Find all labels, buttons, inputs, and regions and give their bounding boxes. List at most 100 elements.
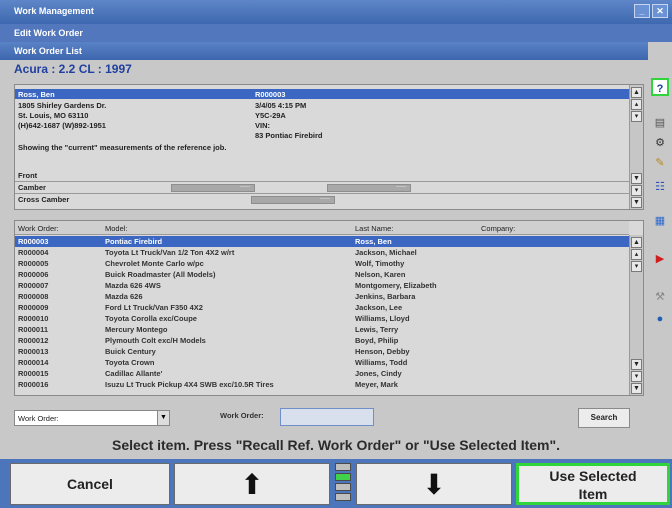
ref-work-order-no: R000003 — [255, 90, 286, 99]
help-icon[interactable]: ? — [651, 78, 669, 96]
scroll-down-button[interactable]: ▼ — [631, 173, 642, 184]
scroll-page-up-button[interactable]: ▴ — [631, 249, 642, 260]
panel-titlebar: Work Order List — [0, 42, 648, 60]
cell-work-order: R000006 — [18, 270, 49, 279]
cell-last-name: Ross, Ben — [355, 237, 392, 246]
cell-last-name: Nelson, Karen — [355, 270, 406, 279]
table-row[interactable]: R000010 Toyota Corolla exc/Coupe Williams,… — [15, 313, 629, 324]
cell-model: Buick Century — [105, 347, 156, 356]
scroll-end-button[interactable]: ▼ — [631, 383, 642, 394]
table-row[interactable]: R000003 Pontiac Firebird Ross, Ben — [15, 236, 629, 247]
scroll-up-button[interactable]: ▲ — [631, 237, 642, 248]
ref-section: Front — [18, 171, 38, 180]
table-row[interactable]: R000016 Isuzu Lt Truck Pickup 4X4 SWB exc… — [15, 379, 629, 390]
ref-address-line1: 1805 Shirley Gardens Dr. — [18, 101, 107, 110]
window-controls: _ ✕ — [634, 4, 668, 18]
page-indicator-segment — [335, 483, 351, 491]
column-model[interactable]: Model: — [105, 224, 128, 233]
cancel-button-label: Cancel — [67, 476, 113, 492]
search-row: Work Order: ▼ Work Order: Search — [14, 404, 644, 434]
table-row[interactable]: R000013 Buick Century Henson, Debby — [15, 346, 629, 357]
table-row[interactable]: R000008 Mazda 626 Jenkins, Barbara — [15, 291, 629, 302]
scroll-page-down-button[interactable]: ▾ — [631, 111, 642, 122]
scroll-page-up-button[interactable]: ▴ — [631, 99, 642, 110]
cell-work-order: R000010 — [18, 314, 49, 323]
divider — [15, 181, 629, 182]
table-row[interactable]: R000014 Toyota Crown Williams, Todd — [15, 357, 629, 368]
table-row[interactable]: R000005 Chevrolet Monte Carlo w/pc Wolf, T… — [15, 258, 629, 269]
page-up-button[interactable]: ⬆ — [174, 463, 330, 505]
menu-edit-work-order[interactable]: Edit Work Order — [14, 28, 83, 38]
cell-last-name: Henson, Debby — [355, 347, 410, 356]
flag-icon[interactable]: ▶ — [651, 250, 669, 268]
work-order-input[interactable] — [280, 408, 374, 426]
globe-icon[interactable]: ● — [651, 310, 669, 328]
reference-header-highlight — [15, 89, 629, 99]
scroll-down-fast-button[interactable]: ▾ — [631, 371, 642, 382]
cell-last-name: Meyer, Mark — [355, 380, 398, 389]
settings-icon[interactable]: ⚙ — [651, 134, 669, 152]
scroll-down-button[interactable]: ▼ — [631, 359, 642, 370]
cancel-button[interactable]: Cancel — [10, 463, 170, 505]
work-order-list: Work Order: Model: Last Name: Company: R… — [14, 220, 644, 396]
cell-model: Plymouth Colt exc/H Models — [105, 336, 206, 345]
table-row[interactable]: R000015 Cadillac Allante' Jones, Cindy — [15, 368, 629, 379]
cell-model: Buick Roadmaster (All Models) — [105, 270, 216, 279]
arrow-up-icon: ⬆ — [240, 469, 264, 500]
cell-model: Ford Lt Truck/Van F350 4X2 — [105, 303, 203, 312]
minimize-button[interactable]: _ — [634, 4, 650, 18]
cell-model: Toyota Corolla exc/Coupe — [105, 314, 197, 323]
cell-model: Mazda 626 — [105, 292, 143, 301]
cell-work-order: R000004 — [18, 248, 49, 257]
reference-scrollbar[interactable]: ▲ ▴ ▾ ▼ ▾ ▼ — [629, 85, 643, 209]
print-icon[interactable]: ▤ — [651, 114, 669, 132]
ref-phone: (H)642-1687 (W)892-1951 — [18, 121, 106, 130]
ruler-icon[interactable]: ☷ — [651, 178, 669, 196]
arrow-down-icon: ⬇ — [422, 469, 446, 500]
ref-status-text: Showing the "current" measurements of th… — [18, 143, 227, 152]
table-row[interactable]: R000007 Mazda 626 4WS Montgomery, Elizabet… — [15, 280, 629, 291]
table-row[interactable]: R000009 Ford Lt Truck/Van F350 4X2 Jackson… — [15, 302, 629, 313]
cell-model: Pontiac Firebird — [105, 237, 163, 246]
column-company[interactable]: Company: — [481, 224, 515, 233]
page-indicator — [333, 461, 353, 507]
cell-model: Mazda 626 4WS — [105, 281, 161, 290]
table-row[interactable]: R000012 Plymouth Colt exc/H Models Boyd, P… — [15, 335, 629, 346]
camber-bar-left: —— — [171, 184, 255, 192]
cell-last-name: Jones, Cindy — [355, 369, 402, 378]
wrench-icon[interactable]: ⚒ — [651, 288, 669, 306]
search-field-select[interactable]: Work Order: ▼ — [14, 410, 170, 426]
table-row[interactable]: R000004 Toyota Lt Truck/Van 1/2 Ton 4X2 w… — [15, 247, 629, 258]
close-button[interactable]: ✕ — [652, 4, 668, 18]
ref-vin-label: VIN: — [255, 121, 270, 130]
page-indicator-segment — [335, 473, 351, 481]
search-button[interactable]: Search — [578, 408, 630, 428]
column-last-name[interactable]: Last Name: — [355, 224, 393, 233]
cross-camber-bar: —— — [251, 196, 335, 204]
scroll-end-button[interactable]: ▼ — [631, 197, 642, 208]
chevron-down-icon[interactable]: ▼ — [157, 411, 169, 425]
table-row[interactable]: R000011 Mercury Montego Lewis, Terry — [15, 324, 629, 335]
reference-panel: Ross, Ben R000003 1805 Shirley Gardens D… — [14, 84, 644, 210]
table-row[interactable]: R000006 Buick Roadmaster (All Models) Nels… — [15, 269, 629, 280]
use-selected-item-button[interactable]: Use Selected Item — [516, 463, 670, 505]
cell-last-name: Jenkins, Barbara — [355, 292, 416, 301]
cell-model: Chevrolet Monte Carlo w/pc — [105, 259, 204, 268]
page-indicator-segment — [335, 463, 351, 471]
scroll-down-fast-button[interactable]: ▾ — [631, 185, 642, 196]
menu-row: Edit Work Order — [0, 24, 672, 42]
cell-model: Toyota Crown — [105, 358, 155, 367]
column-work-order[interactable]: Work Order: — [18, 224, 59, 233]
page-down-button[interactable]: ⬇ — [356, 463, 512, 505]
cell-last-name: Jackson, Michael — [355, 248, 417, 257]
tool-icon[interactable]: ✎ — [651, 154, 669, 172]
scroll-up-button[interactable]: ▲ — [631, 87, 642, 98]
cell-model: Isuzu Lt Truck Pickup 4X4 SWB exc/10.5R … — [105, 380, 274, 389]
chart-icon[interactable]: ▦ — [651, 212, 669, 230]
cell-work-order: R000011 — [18, 325, 49, 334]
divider — [15, 193, 629, 194]
cell-work-order: R000007 — [18, 281, 49, 290]
cell-last-name: Lewis, Terry — [355, 325, 399, 334]
list-scrollbar[interactable]: ▲ ▴ ▾ ▼ ▾ ▼ — [629, 235, 643, 395]
scroll-page-down-button[interactable]: ▾ — [631, 261, 642, 272]
